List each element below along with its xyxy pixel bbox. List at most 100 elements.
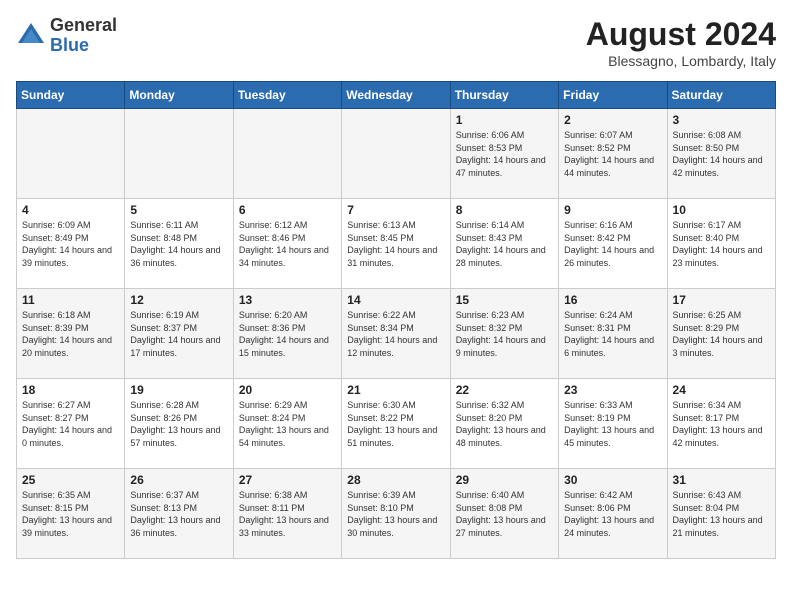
logo-general-text: General: [50, 15, 117, 35]
calendar-cell: 27 Sunrise: 6:38 AM Sunset: 8:11 PM Dayli…: [233, 469, 341, 559]
day-info: Sunrise: 6:08 AM Sunset: 8:50 PM Dayligh…: [673, 129, 770, 179]
day-number: 6: [239, 203, 336, 217]
calendar-cell: 5 Sunrise: 6:11 AM Sunset: 8:48 PM Daylig…: [125, 199, 233, 289]
day-number: 25: [22, 473, 119, 487]
calendar-cell: 31Sunrise: 6:43 AM Sunset: 8:04 PM Dayli…: [667, 469, 775, 559]
day-info: Sunrise: 6:29 AM Sunset: 8:24 PM Dayligh…: [239, 399, 336, 449]
page-header: General Blue August 2024 Blessagno, Lomb…: [16, 16, 776, 69]
weekday-header-saturday: Saturday: [667, 82, 775, 109]
day-info: Sunrise: 6:30 AM Sunset: 8:22 PM Dayligh…: [347, 399, 444, 449]
day-number: 2: [564, 113, 661, 127]
day-info: Sunrise: 6:27 AM Sunset: 8:27 PM Dayligh…: [22, 399, 119, 449]
weekday-header-monday: Monday: [125, 82, 233, 109]
day-info: Sunrise: 6:22 AM Sunset: 8:34 PM Dayligh…: [347, 309, 444, 359]
logo-blue-text: Blue: [50, 35, 89, 55]
day-info: Sunrise: 6:32 AM Sunset: 8:20 PM Dayligh…: [456, 399, 553, 449]
title-block: August 2024 Blessagno, Lombardy, Italy: [586, 16, 776, 69]
weekday-header-row: SundayMondayTuesdayWednesdayThursdayFrid…: [17, 82, 776, 109]
day-number: 26: [130, 473, 227, 487]
weekday-header-friday: Friday: [559, 82, 667, 109]
day-number: 16: [564, 293, 661, 307]
calendar-cell: 1 Sunrise: 6:06 AM Sunset: 8:53 PM Daylig…: [450, 109, 558, 199]
day-info: Sunrise: 6:38 AM Sunset: 8:11 PM Dayligh…: [239, 489, 336, 539]
day-number: 14: [347, 293, 444, 307]
calendar-cell: [125, 109, 233, 199]
day-info: Sunrise: 6:39 AM Sunset: 8:10 PM Dayligh…: [347, 489, 444, 539]
day-number: 4: [22, 203, 119, 217]
logo: General Blue: [16, 16, 117, 56]
day-number: 27: [239, 473, 336, 487]
day-number: 5: [130, 203, 227, 217]
weekday-header-wednesday: Wednesday: [342, 82, 450, 109]
day-number: 3: [673, 113, 770, 127]
day-number: 9: [564, 203, 661, 217]
calendar-week-row: 18Sunrise: 6:27 AM Sunset: 8:27 PM Dayli…: [17, 379, 776, 469]
calendar-cell: 21Sunrise: 6:30 AM Sunset: 8:22 PM Dayli…: [342, 379, 450, 469]
day-number: 1: [456, 113, 553, 127]
day-info: Sunrise: 6:28 AM Sunset: 8:26 PM Dayligh…: [130, 399, 227, 449]
day-number: 28: [347, 473, 444, 487]
day-info: Sunrise: 6:17 AM Sunset: 8:40 PM Dayligh…: [673, 219, 770, 269]
calendar-table: SundayMondayTuesdayWednesdayThursdayFrid…: [16, 81, 776, 559]
day-info: Sunrise: 6:35 AM Sunset: 8:15 PM Dayligh…: [22, 489, 119, 539]
calendar-cell: 6 Sunrise: 6:12 AM Sunset: 8:46 PM Daylig…: [233, 199, 341, 289]
day-info: Sunrise: 6:11 AM Sunset: 8:48 PM Dayligh…: [130, 219, 227, 269]
calendar-cell: 18Sunrise: 6:27 AM Sunset: 8:27 PM Dayli…: [17, 379, 125, 469]
logo-icon: [16, 21, 46, 51]
calendar-cell: 25 Sunrise: 6:35 AM Sunset: 8:15 PM Dayli…: [17, 469, 125, 559]
day-info: Sunrise: 6:16 AM Sunset: 8:42 PM Dayligh…: [564, 219, 661, 269]
day-info: Sunrise: 6:25 AM Sunset: 8:29 PM Dayligh…: [673, 309, 770, 359]
calendar-cell: 20 Sunrise: 6:29 AM Sunset: 8:24 PM Dayli…: [233, 379, 341, 469]
day-info: Sunrise: 6:34 AM Sunset: 8:17 PM Dayligh…: [673, 399, 770, 449]
location-title: Blessagno, Lombardy, Italy: [586, 53, 776, 69]
calendar-cell: 11 Sunrise: 6:18 AM Sunset: 8:39 PM Dayli…: [17, 289, 125, 379]
day-number: 22: [456, 383, 553, 397]
calendar-cell: 17 Sunrise: 6:25 AM Sunset: 8:29 PM Dayli…: [667, 289, 775, 379]
day-info: Sunrise: 6:19 AM Sunset: 8:37 PM Dayligh…: [130, 309, 227, 359]
day-number: 12: [130, 293, 227, 307]
day-info: Sunrise: 6:43 AM Sunset: 8:04 PM Dayligh…: [673, 489, 770, 539]
calendar-cell: 12 Sunrise: 6:19 AM Sunset: 8:37 PM Dayli…: [125, 289, 233, 379]
day-number: 23: [564, 383, 661, 397]
day-info: Sunrise: 6:37 AM Sunset: 8:13 PM Dayligh…: [130, 489, 227, 539]
calendar-cell: 10 Sunrise: 6:17 AM Sunset: 8:40 PM Dayli…: [667, 199, 775, 289]
calendar-cell: [342, 109, 450, 199]
month-year-title: August 2024: [586, 16, 776, 53]
weekday-header-sunday: Sunday: [17, 82, 125, 109]
calendar-cell: 22 Sunrise: 6:32 AM Sunset: 8:20 PM Dayli…: [450, 379, 558, 469]
calendar-cell: 16 Sunrise: 6:24 AM Sunset: 8:31 PM Dayli…: [559, 289, 667, 379]
calendar-cell: 9 Sunrise: 6:16 AM Sunset: 8:42 PM Daylig…: [559, 199, 667, 289]
day-number: 20: [239, 383, 336, 397]
day-info: Sunrise: 6:42 AM Sunset: 8:06 PM Dayligh…: [564, 489, 661, 539]
calendar-cell: 2Sunrise: 6:07 AM Sunset: 8:52 PM Daylig…: [559, 109, 667, 199]
calendar-week-row: 4 Sunrise: 6:09 AM Sunset: 8:49 PM Daylig…: [17, 199, 776, 289]
day-info: Sunrise: 6:06 AM Sunset: 8:53 PM Dayligh…: [456, 129, 553, 179]
day-number: 19: [130, 383, 227, 397]
day-number: 17: [673, 293, 770, 307]
calendar-cell: 29Sunrise: 6:40 AM Sunset: 8:08 PM Dayli…: [450, 469, 558, 559]
calendar-cell: 30Sunrise: 6:42 AM Sunset: 8:06 PM Dayli…: [559, 469, 667, 559]
day-info: Sunrise: 6:33 AM Sunset: 8:19 PM Dayligh…: [564, 399, 661, 449]
day-number: 11: [22, 293, 119, 307]
day-info: Sunrise: 6:12 AM Sunset: 8:46 PM Dayligh…: [239, 219, 336, 269]
day-info: Sunrise: 6:09 AM Sunset: 8:49 PM Dayligh…: [22, 219, 119, 269]
day-number: 13: [239, 293, 336, 307]
day-info: Sunrise: 6:24 AM Sunset: 8:31 PM Dayligh…: [564, 309, 661, 359]
calendar-cell: 26 Sunrise: 6:37 AM Sunset: 8:13 PM Dayli…: [125, 469, 233, 559]
calendar-cell: 24Sunrise: 6:34 AM Sunset: 8:17 PM Dayli…: [667, 379, 775, 469]
day-info: Sunrise: 6:40 AM Sunset: 8:08 PM Dayligh…: [456, 489, 553, 539]
day-number: 8: [456, 203, 553, 217]
day-number: 10: [673, 203, 770, 217]
day-number: 15: [456, 293, 553, 307]
calendar-cell: [17, 109, 125, 199]
day-info: Sunrise: 6:18 AM Sunset: 8:39 PM Dayligh…: [22, 309, 119, 359]
calendar-week-row: 1 Sunrise: 6:06 AM Sunset: 8:53 PM Daylig…: [17, 109, 776, 199]
calendar-cell: 8Sunrise: 6:14 AM Sunset: 8:43 PM Daylig…: [450, 199, 558, 289]
weekday-header-tuesday: Tuesday: [233, 82, 341, 109]
calendar-cell: 23 Sunrise: 6:33 AM Sunset: 8:19 PM Dayli…: [559, 379, 667, 469]
weekday-header-thursday: Thursday: [450, 82, 558, 109]
calendar-cell: [233, 109, 341, 199]
calendar-cell: 4 Sunrise: 6:09 AM Sunset: 8:49 PM Daylig…: [17, 199, 125, 289]
day-info: Sunrise: 6:23 AM Sunset: 8:32 PM Dayligh…: [456, 309, 553, 359]
calendar-cell: 19 Sunrise: 6:28 AM Sunset: 8:26 PM Dayli…: [125, 379, 233, 469]
